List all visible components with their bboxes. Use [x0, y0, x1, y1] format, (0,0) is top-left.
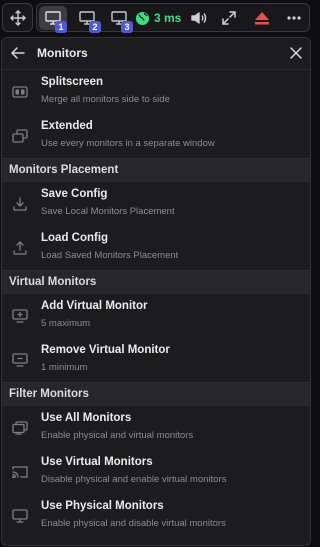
upload-icon [11, 240, 29, 256]
volume-button[interactable] [187, 6, 211, 30]
item-description: Merge all monitors side to side [41, 94, 170, 105]
item-description: Use every monitors in a separate window [41, 138, 215, 149]
item-description: Disable physical and enable virtual moni… [41, 474, 227, 485]
splitscreen-icon [11, 84, 29, 100]
disconnect-button[interactable] [250, 6, 274, 30]
item-description: Enable physical and disable virtual moni… [41, 518, 226, 529]
arrow-left-icon [11, 47, 25, 59]
item-description: Enable physical and virtual monitors [41, 430, 194, 441]
extended-windows-icon [11, 128, 29, 144]
expand-icon [222, 11, 236, 25]
more-button[interactable] [282, 6, 306, 30]
menu-item-add-virtual-monitor[interactable]: Add Virtual Monitor 5 maximum [2, 294, 310, 338]
close-button[interactable] [286, 43, 306, 63]
eject-icon [254, 11, 270, 25]
item-description: 5 maximum [41, 318, 91, 329]
item-title: Load Config [41, 232, 109, 244]
menu-item-use-physical-monitors[interactable]: Use Physical Monitors Enable physical an… [2, 494, 310, 538]
top-toolbar: 1 2 3 3 ms [0, 0, 312, 34]
item-title: Extended [41, 120, 93, 132]
latency-indicator[interactable]: 3 ms [135, 7, 181, 29]
monitor-1-button[interactable]: 1 [39, 6, 67, 33]
menu-item-remove-virtual-monitor[interactable]: Remove Virtual Monitor 1 minimum [2, 338, 310, 382]
menu-item-splitscreen[interactable]: Splitscreen Merge all monitors side to s… [2, 70, 310, 114]
monitor-3-button[interactable]: 3 [105, 6, 133, 33]
cast-icon [11, 464, 29, 480]
move-arrows-icon [9, 9, 26, 26]
globe-icon [135, 11, 150, 26]
monitor-number-badge: 2 [89, 21, 101, 33]
item-title: Use All Monitors [41, 412, 132, 424]
item-title: Use Physical Monitors [41, 500, 164, 512]
section-header-monitors-placement: Monitors Placement [2, 158, 310, 182]
section-header-filter-monitors: Filter Monitors [2, 382, 310, 406]
monitor-number-badge: 3 [121, 21, 133, 33]
item-description: Load Saved Monitors Placement [41, 250, 179, 261]
back-button[interactable] [8, 43, 28, 63]
more-icon [287, 16, 301, 20]
volume-icon [191, 11, 207, 25]
menu-item-use-all-monitors[interactable]: Use All Monitors Enable physical and vir… [2, 406, 310, 450]
panel-header: Monitors [2, 38, 310, 70]
monitor-icon [11, 508, 29, 524]
monitor-number-badge: 1 [55, 21, 67, 33]
monitor-minus-icon [11, 352, 29, 368]
item-description: Save Local Monitors Placement [41, 206, 175, 217]
item-description: 1 minimum [41, 362, 88, 373]
monitors-panel: Monitors Splitscreen Merge all monitors … [1, 37, 311, 546]
monitor-2-button[interactable]: 2 [73, 6, 101, 33]
download-icon [11, 196, 29, 212]
panel-title: Monitors [37, 46, 88, 60]
menu-item-load-config[interactable]: Load Config Load Saved Monitors Placemen… [2, 226, 310, 270]
item-title: Save Config [41, 188, 108, 200]
move-button[interactable] [2, 3, 33, 32]
session-controls: 1 2 3 3 ms [36, 3, 310, 33]
latency-value: 3 ms [154, 11, 182, 25]
item-title: Add Virtual Monitor [41, 300, 148, 312]
fullscreen-button[interactable] [217, 6, 241, 30]
section-header-virtual-monitors: Virtual Monitors [2, 270, 310, 294]
item-title: Splitscreen [41, 76, 103, 88]
item-title: Remove Virtual Monitor [41, 344, 170, 356]
multi-monitor-icon [11, 420, 29, 436]
menu-item-extended[interactable]: Extended Use every monitors in a separat… [2, 114, 310, 158]
monitor-plus-icon [11, 308, 29, 324]
menu-item-use-virtual-monitors[interactable]: Use Virtual Monitors Disable physical an… [2, 450, 310, 494]
menu-item-save-config[interactable]: Save Config Save Local Monitors Placemen… [2, 182, 310, 226]
close-icon [290, 47, 302, 59]
item-title: Use Virtual Monitors [41, 456, 153, 468]
